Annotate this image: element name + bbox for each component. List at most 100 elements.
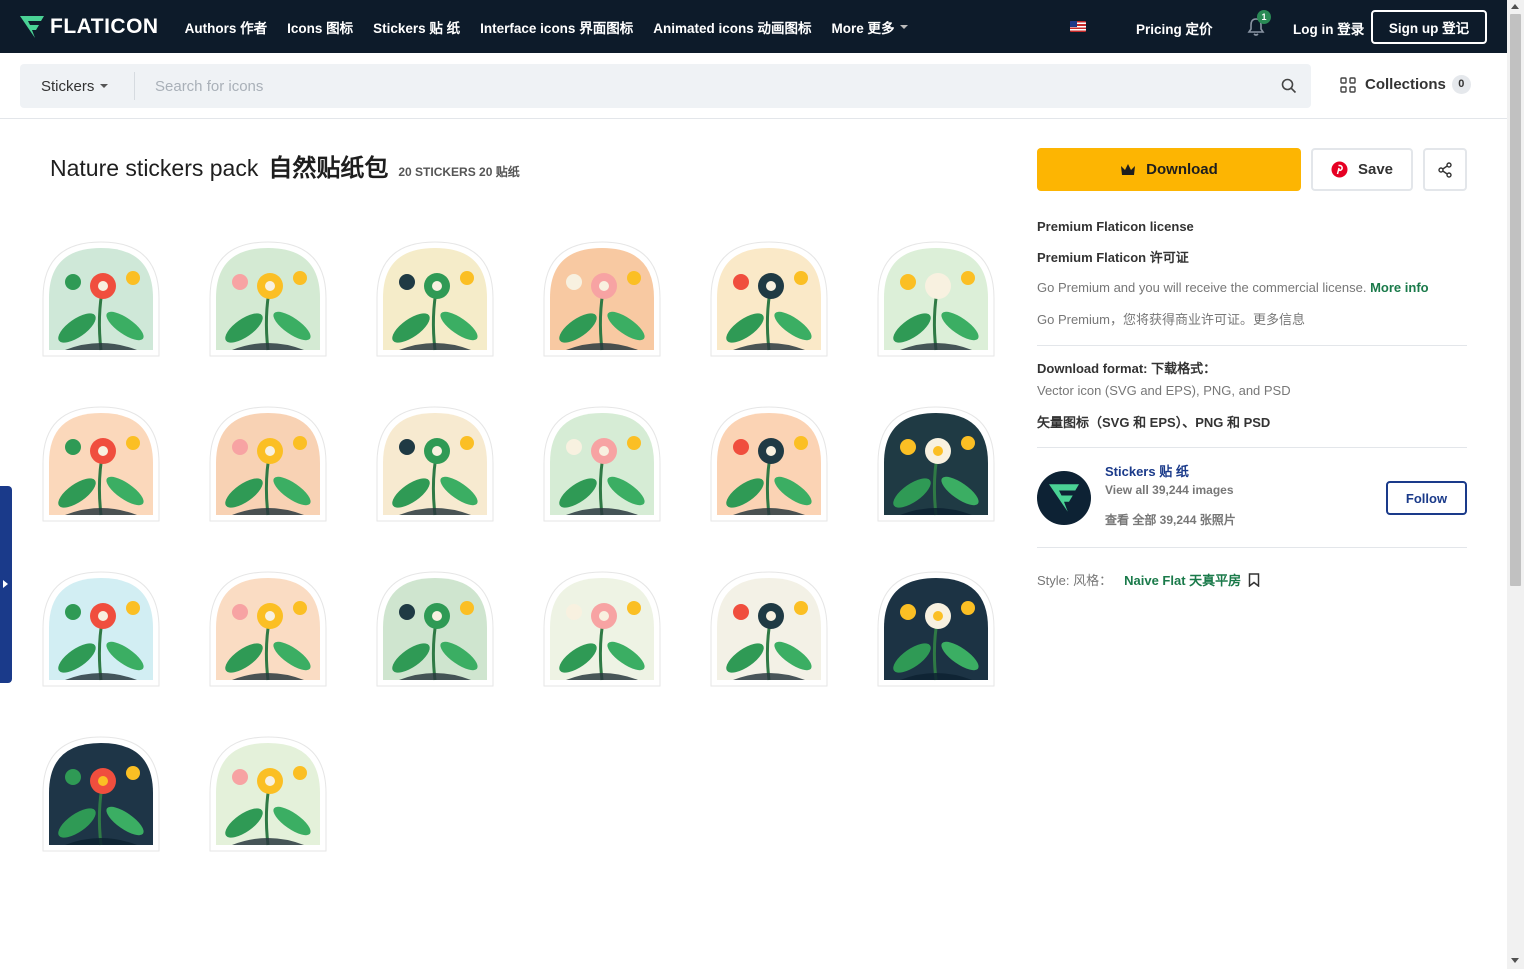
nav-interface-icons[interactable]: Interface icons 界面图标: [480, 17, 633, 37]
spring-bouquet-sticker[interactable]: [204, 731, 332, 855]
sticker-illustration: [877, 571, 995, 687]
search-box: Stickers: [20, 64, 1311, 108]
author-name[interactable]: Stickers 贴 纸: [1105, 461, 1189, 480]
bird-branch-sticker[interactable]: [204, 401, 332, 525]
pack-title-cn: 自然贴纸包: [268, 155, 389, 182]
us-flag-icon[interactable]: [1070, 21, 1086, 32]
author-image-count[interactable]: View all 39,244 images: [1105, 483, 1234, 497]
butterfly-flowers-sticker[interactable]: [37, 401, 165, 525]
nav-icons[interactable]: Icons 图标: [287, 17, 353, 37]
pack-title: Nature stickers pack 自然贴纸包 20 STICKERS 2…: [50, 148, 520, 183]
grid-icon: [1340, 76, 1356, 93]
nav-stickers[interactable]: Stickers 贴 纸: [373, 17, 460, 37]
flaticon-logo-icon: [20, 15, 44, 38]
crown-icon: [1121, 164, 1136, 175]
collections-count-badge: 0: [1451, 75, 1471, 94]
moths-plants-sticker[interactable]: [371, 566, 499, 690]
page-scrollbar[interactable]: [1507, 0, 1524, 969]
login-link[interactable]: Log in 登录: [1293, 18, 1364, 38]
flaticon-logo[interactable]: FLATICON: [20, 15, 159, 39]
author-image-count-cn[interactable]: 查看 全部 39,244 张照片: [1105, 511, 1236, 528]
nav-more[interactable]: More 更多: [831, 17, 908, 37]
save-button[interactable]: Save: [1311, 148, 1413, 191]
sticker-illustration: [543, 406, 661, 522]
scroll-thumb[interactable]: [1510, 14, 1521, 586]
signup-button[interactable]: Sign up 登记: [1371, 10, 1487, 44]
hummingbird-flowers-sticker[interactable]: [37, 236, 165, 360]
style-label: Style: 风格：: [1037, 573, 1113, 588]
dragonfly-pond-sticker[interactable]: [371, 236, 499, 360]
author-avatar[interactable]: [1037, 471, 1091, 525]
sticker-illustration: [42, 406, 160, 522]
license-text: Go Premium and you will receive the comm…: [1037, 280, 1429, 295]
ladybugs-flowers-sticker[interactable]: [37, 566, 165, 690]
search-input[interactable]: [135, 64, 1267, 108]
nav-pricing[interactable]: Pricing 定价: [1136, 18, 1213, 38]
format-text: Vector icon (SVG and EPS), PNG, and PSD: [1037, 383, 1291, 398]
flaticon-avatar-icon: [1049, 484, 1079, 512]
caterpillar-daisy-sticker[interactable]: [204, 566, 332, 690]
collections-button[interactable]: Collections 0: [1340, 75, 1471, 94]
divider: [1037, 345, 1467, 346]
sticker-illustration: [877, 241, 995, 357]
sticker-illustration: [376, 571, 494, 687]
sticker-illustration: [42, 736, 160, 852]
search-type-dropdown[interactable]: Stickers: [20, 72, 135, 100]
sticker-illustration: [42, 241, 160, 357]
sticker-illustration: [42, 571, 160, 687]
style-link[interactable]: Naive Flat 天真平房: [1124, 570, 1241, 589]
format-title: Download format: 下载格式：: [1037, 361, 1217, 376]
divider: [1037, 447, 1467, 448]
night-flowers-sticker[interactable]: [872, 566, 1000, 690]
more-info-link[interactable]: More info: [1370, 280, 1429, 295]
divider: [1037, 547, 1467, 548]
pack-count: 20 STICKERS 20 贴纸: [398, 165, 520, 179]
caret-down-icon: [899, 24, 908, 29]
search-icon: [1281, 78, 1297, 94]
hamster-mushrooms-sticker[interactable]: [538, 236, 666, 360]
sticker-illustration: [710, 406, 828, 522]
nav-animated-icons[interactable]: Animated icons 动画图标: [653, 17, 811, 37]
sticker-illustration: [209, 406, 327, 522]
pinterest-icon: [1331, 161, 1348, 178]
snail-mushroom-sticker[interactable]: [705, 401, 833, 525]
sticker-illustration: [710, 241, 828, 357]
share-icon: [1438, 161, 1452, 178]
bee-daisies-sticker[interactable]: [872, 236, 1000, 360]
duck-pond-sticker[interactable]: [872, 401, 1000, 525]
butterfly-plant-sticker[interactable]: [538, 401, 666, 525]
scroll-up-arrow-icon[interactable]: [1511, 4, 1519, 9]
bee-leaves-sticker[interactable]: [204, 236, 332, 360]
sticker-illustration: [543, 241, 661, 357]
license-title: Premium Flaticon license: [1037, 219, 1194, 234]
side-panel-toggle[interactable]: [0, 486, 12, 683]
red-flowers-sticker[interactable]: [371, 401, 499, 525]
night-moths-sticker[interactable]: [37, 731, 165, 855]
whale-sticker[interactable]: [538, 566, 666, 690]
top-navigation: FLATICON Authors 作者 Icons 图标 Stickers 贴 …: [0, 0, 1507, 53]
sticker-illustration: [877, 406, 995, 522]
nav-authors[interactable]: Authors 作者: [185, 17, 268, 37]
sticker-illustration: [543, 571, 661, 687]
scroll-down-arrow-icon[interactable]: [1511, 958, 1519, 963]
sticker-illustration: [209, 241, 327, 357]
bookmark-icon[interactable]: [1248, 572, 1260, 587]
sticker-illustration: [209, 736, 327, 852]
follow-button[interactable]: Follow: [1386, 481, 1467, 515]
sticker-illustration: [376, 241, 494, 357]
format-text-cn: 矢量图标（SVG 和 EPS）、PNG 和 PSD: [1037, 415, 1271, 430]
pack-title-en: Nature stickers pack: [50, 155, 259, 181]
sticker-illustration: [376, 406, 494, 522]
search-bar-row: Stickers Collections 0: [0, 53, 1507, 119]
style-row: Style: 风格： Naive Flat 天真平房: [1037, 570, 1260, 589]
sticker-illustration: [209, 571, 327, 687]
share-button[interactable]: [1423, 148, 1467, 191]
license-title-cn: Premium Flaticon 许可证: [1037, 250, 1189, 265]
search-button[interactable]: [1267, 64, 1311, 108]
license-text-cn: Go Premium，您将获得商业许可证。更多信息: [1037, 312, 1305, 327]
sticker-illustration: [710, 571, 828, 687]
download-button[interactable]: Download: [1037, 148, 1301, 191]
notification-badge: 1: [1257, 10, 1271, 24]
rose-flowers-sticker[interactable]: [705, 566, 833, 690]
bird-cactus-sticker[interactable]: [705, 236, 833, 360]
